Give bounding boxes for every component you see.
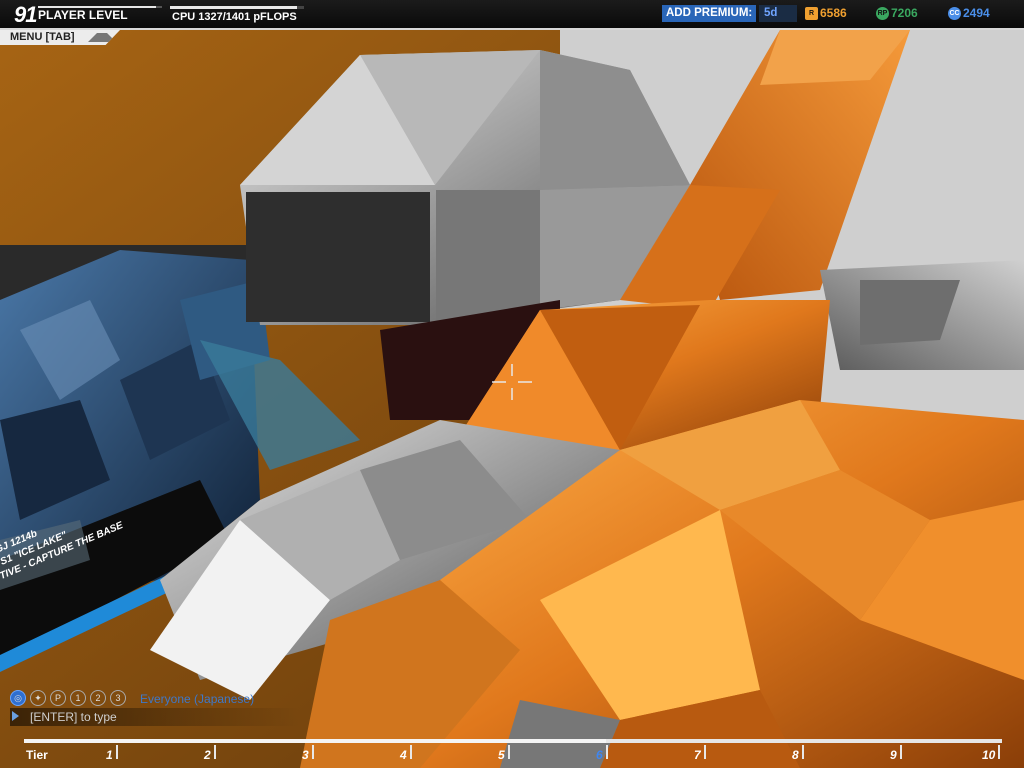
- tier-progress-bar: Tier 1 2 3 4 5 6 7 8 9 10: [24, 739, 1002, 768]
- tier-tick-6: [606, 745, 608, 759]
- cc-value: 2494: [963, 6, 990, 20]
- cpu-label: CPU 1327/1401 pFLOPS: [172, 11, 297, 23]
- tier-tick-8: [802, 745, 804, 759]
- cosmetic-credits-balance[interactable]: CC 2494: [948, 6, 990, 20]
- cpu-bar: [170, 6, 304, 9]
- tier-tick-1: [116, 745, 118, 759]
- party-icon[interactable]: P: [50, 690, 66, 706]
- tier-tick-4: [410, 745, 412, 759]
- player-2-icon[interactable]: 2: [90, 690, 106, 706]
- crosshair-icon: [492, 364, 532, 400]
- menu-tab-button[interactable]: MENU [TAB]: [0, 30, 120, 45]
- chat-channel-label: Everyone (Japanese): [140, 692, 255, 706]
- chat-caret-icon: [12, 711, 19, 721]
- premium-days-remaining: 5d: [759, 5, 797, 22]
- robits-balance[interactable]: R 6586: [805, 6, 847, 20]
- tier-tick-9: [900, 745, 902, 759]
- tier-number-4: 4: [400, 748, 407, 762]
- player-level-label: PLAYER LEVEL: [38, 8, 128, 22]
- cpu-bar-fill: [170, 6, 297, 9]
- chat-input[interactable]: [ENTER] to type: [10, 708, 300, 726]
- tier-label: Tier: [26, 748, 48, 762]
- rp-value: 7206: [891, 6, 918, 20]
- tier-number-7: 7: [694, 748, 701, 762]
- tier-number-3: 3: [302, 748, 309, 762]
- robits-value: 6586: [820, 6, 847, 20]
- add-premium-button[interactable]: ADD PREMIUM:: [662, 5, 757, 22]
- player-level-number: 91: [14, 2, 38, 27]
- cosmetic-credits-icon: CC: [948, 6, 961, 20]
- menu-tab-label: MENU [TAB]: [10, 31, 75, 43]
- chat-channel-icons: ◎ ✦ P 1 2 3: [10, 690, 126, 706]
- tier-tick-10: [998, 745, 1000, 759]
- tier-number-10: 10: [982, 748, 996, 762]
- tier-number-5: 5: [498, 748, 505, 762]
- top-hud-bar: 91 PLAYER LEVEL CPU 1327/1401 pFLOPS ADD…: [0, 0, 1024, 30]
- tier-tick-5: [508, 745, 510, 759]
- tier-tick-2: [214, 745, 216, 759]
- player-1-icon[interactable]: 1: [70, 690, 86, 706]
- tier-number-2: 2: [204, 748, 211, 762]
- tier-bar-fill: [24, 739, 606, 743]
- tier-tick-7: [704, 745, 706, 759]
- robits-icon: R: [805, 6, 818, 20]
- tier-number-1: 1: [106, 748, 113, 762]
- tier-number-8: 8: [792, 748, 799, 762]
- rp-icon: RP: [876, 6, 889, 20]
- tier-number-6: 6: [596, 748, 603, 762]
- chat-input-placeholder: [ENTER] to type: [30, 710, 117, 724]
- tier-number-9: 9: [890, 748, 897, 762]
- globe-icon[interactable]: ◎: [10, 690, 26, 706]
- faction-icon[interactable]: ✦: [30, 690, 46, 706]
- tier-tick-3: [312, 745, 314, 759]
- rp-balance[interactable]: RP 7206: [876, 6, 918, 20]
- player-3-icon[interactable]: 3: [110, 690, 126, 706]
